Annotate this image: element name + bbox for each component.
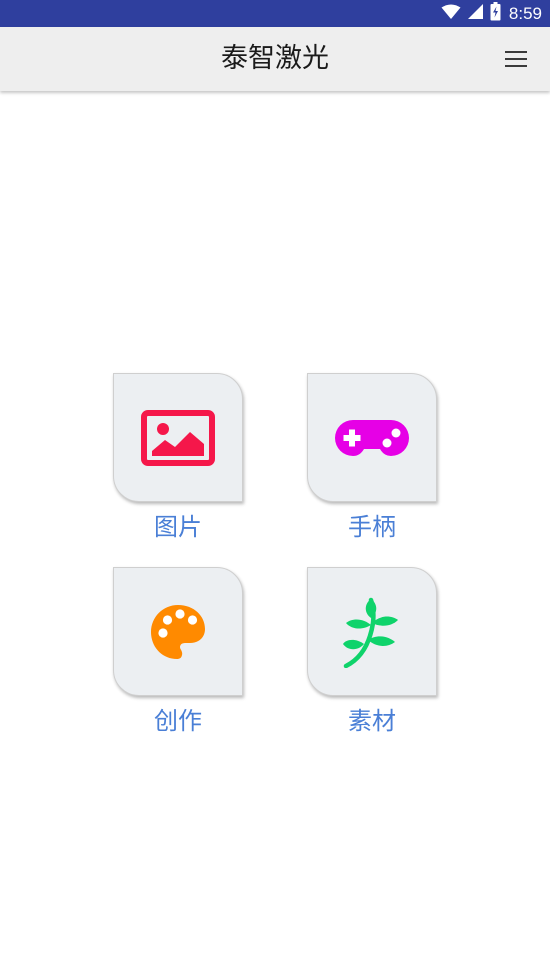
- tile-card[interactable]: [307, 373, 437, 502]
- tile-material[interactable]: 素材: [307, 567, 437, 735]
- signal-icon: [467, 3, 484, 24]
- tile-label: 创作: [154, 707, 202, 735]
- hamburger-menu-icon[interactable]: [504, 47, 528, 71]
- wifi-icon: [441, 4, 461, 24]
- tile-image[interactable]: 图片: [113, 373, 243, 541]
- tile-create[interactable]: 创作: [113, 567, 243, 735]
- tile-card[interactable]: [307, 567, 437, 696]
- status-time: 8:59: [508, 3, 542, 23]
- tile-card[interactable]: [113, 373, 243, 502]
- app-title: 泰智激光: [221, 43, 329, 74]
- status-icons: 8:59: [441, 0, 542, 27]
- app-bar: 泰智激光: [0, 27, 550, 91]
- tile-card[interactable]: [113, 567, 243, 696]
- tile-label: 图片: [154, 513, 202, 541]
- battery-icon: [490, 2, 501, 25]
- tile-gamepad[interactable]: 手柄: [307, 373, 437, 541]
- tile-label: 素材: [348, 707, 396, 735]
- status-bar: 8:59: [0, 0, 550, 27]
- tile-label: 手柄: [348, 513, 396, 541]
